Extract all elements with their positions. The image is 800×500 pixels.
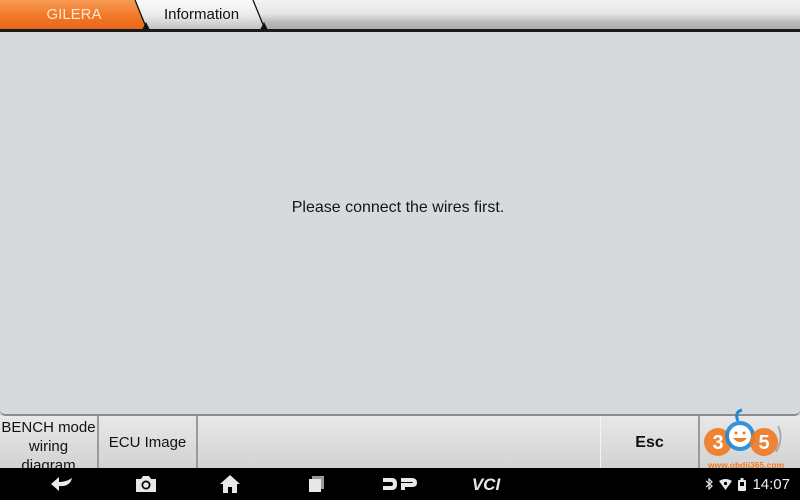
ecu-image-label: ECU Image: [108, 433, 187, 451]
status-area: 14:07: [705, 468, 790, 500]
tab-brand[interactable]: GILERA: [0, 0, 148, 30]
tab-information-label: Information: [164, 6, 240, 23]
tab-information[interactable]: Information: [136, 0, 266, 30]
clock: 14:07: [752, 475, 790, 493]
system-navbar: VCI 14:07: [0, 468, 800, 500]
bench-mode-label: BENCH mode wiring diagram: [1, 419, 96, 468]
bluetooth-icon: [706, 478, 714, 490]
recent-apps-button[interactable]: [302, 472, 330, 496]
screenshot-button[interactable]: [132, 472, 160, 496]
tab-separator: [134, 0, 150, 30]
battery-icon: [738, 477, 747, 491]
esc-label: Esc: [635, 433, 664, 451]
content-panel: Please connect the wires first.: [0, 32, 800, 416]
bottom-toolbar: BENCH mode wiring diagram ECU Image Esc: [0, 416, 800, 468]
ecu-image-button[interactable]: ECU Image: [99, 416, 198, 468]
empty-button: [198, 416, 601, 468]
back-icon: [51, 477, 72, 491]
vci-icon: VCI: [472, 475, 502, 493]
info-message: Please connect the wires first.: [291, 199, 505, 216]
vci-label: VCI: [472, 475, 502, 493]
camera-icon: [136, 476, 156, 492]
home-button[interactable]: [216, 472, 244, 496]
esc-button[interactable]: Esc: [601, 416, 700, 468]
tab-brand-label: GILERA: [46, 6, 102, 23]
bench-mode-wiring-diagram-button[interactable]: BENCH mode wiring diagram: [0, 416, 99, 468]
wifi-icon: [719, 478, 733, 490]
back-button[interactable]: [48, 472, 76, 496]
dp-button[interactable]: [380, 472, 420, 496]
empty-button: [700, 416, 800, 468]
recent-apps-icon: [309, 476, 324, 492]
home-icon: [220, 475, 240, 493]
dp-icon: [383, 478, 417, 490]
vci-button[interactable]: VCI: [464, 472, 508, 496]
tab-separator: [252, 0, 268, 30]
